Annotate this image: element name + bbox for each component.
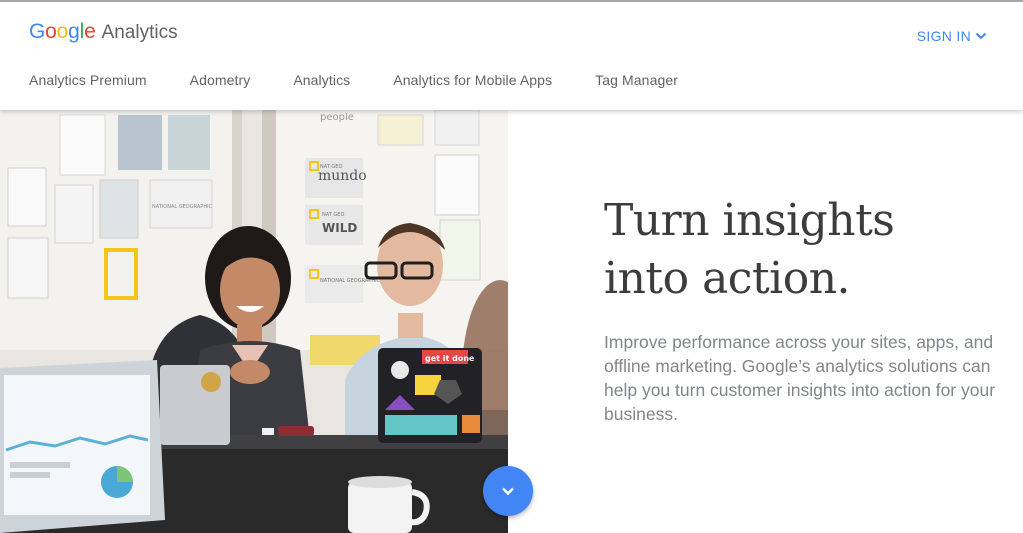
logo-letter: o [56, 20, 69, 43]
hero-headline-line: Turn insights [604, 195, 895, 246]
google-analytics-logo[interactable]: Google Analytics [29, 20, 178, 44]
chevron-down-icon [502, 487, 514, 496]
nav-item-analytics-premium[interactable]: Analytics Premium [29, 72, 147, 88]
logo-letter: g [68, 20, 80, 43]
site-header: Google Analytics SIGN IN Analytics Premi… [0, 2, 1023, 110]
sign-in-label: SIGN IN [916, 28, 971, 44]
wall-poster-text: people [320, 112, 354, 123]
google-wordmark: Google [29, 20, 96, 44]
chevron-down-icon [975, 32, 987, 40]
wall-poster-text: mundo [318, 168, 367, 184]
laptop-sticker-text: get it done [425, 354, 475, 363]
product-name: Analytics [101, 22, 178, 43]
wall-poster-text: NATIONAL GEOGRAPHIC [152, 204, 213, 210]
hero-headline-line: into action. [604, 253, 851, 304]
wall-poster-text: WILD [322, 221, 357, 235]
nav-item-analytics[interactable]: Analytics [293, 72, 350, 88]
office-scene-illustration: people NAT GEO mundo NAT GEO WILD NATION… [0, 110, 508, 533]
sign-in-button[interactable]: SIGN IN [917, 28, 987, 44]
logo-letter: G [29, 20, 46, 43]
nav-item-analytics-mobile-apps[interactable]: Analytics for Mobile Apps [393, 72, 552, 88]
hero-headline: Turn insights into action. [604, 192, 1004, 308]
product-nav: Analytics Premium Adometry Analytics Ana… [29, 72, 721, 88]
scroll-down-button[interactable] [483, 466, 533, 516]
nav-item-adometry[interactable]: Adometry [190, 72, 251, 88]
hero-description: Improve performance across your sites, a… [604, 332, 996, 424]
wall-poster-text: NAT GEO [322, 212, 344, 218]
logo-letter: e [84, 20, 96, 43]
logo-letter: o [45, 20, 57, 43]
hero-photo: people NAT GEO mundo NAT GEO WILD NATION… [0, 110, 508, 533]
nav-item-tag-manager[interactable]: Tag Manager [595, 72, 678, 88]
